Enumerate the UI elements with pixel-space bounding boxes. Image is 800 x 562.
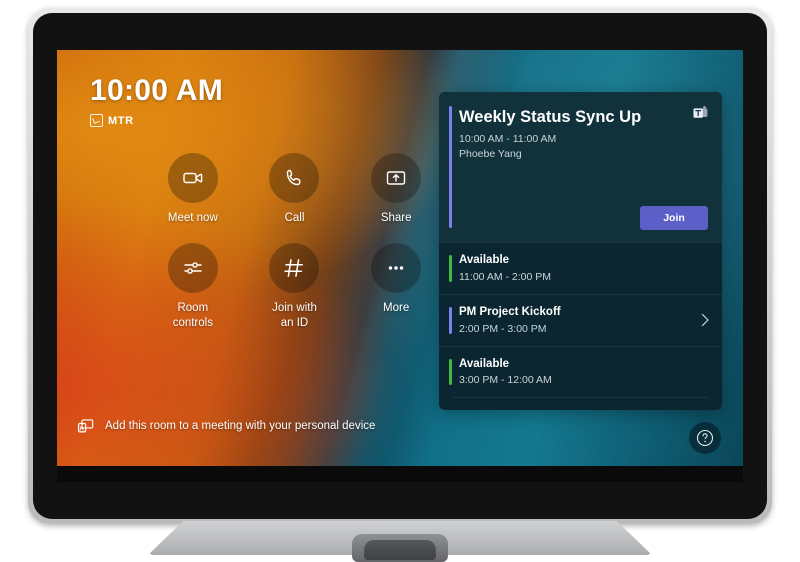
- action-meet-now-circle[interactable]: [167, 153, 218, 203]
- mtr-badge-icon: [90, 114, 103, 127]
- chevron-right-icon: [701, 314, 709, 327]
- action-meet-now[interactable]: Meet now: [142, 153, 244, 225]
- agenda-item-available-morning[interactable]: Available 11:00 AM - 2:00 PM: [439, 242, 722, 294]
- clock-time: 10:00 AM: [90, 74, 224, 107]
- meeting-accent-bar: [449, 106, 452, 228]
- action-call[interactable]: Call: [244, 153, 346, 225]
- device-label: MTR: [108, 114, 134, 127]
- screen-bottom-band: [57, 466, 743, 482]
- share-screen-icon: [386, 171, 406, 185]
- help-button[interactable]: [689, 422, 721, 454]
- agenda-item-title: Available: [459, 357, 510, 370]
- action-share-circle[interactable]: [371, 153, 422, 203]
- agenda-accent-bar: [449, 255, 452, 282]
- agenda-panel-tail: [439, 398, 722, 410]
- agenda-item-time: 3:00 PM - 12:00 AM: [459, 374, 552, 387]
- help-circle-icon: [696, 429, 714, 447]
- add-room-to-meeting-label: Add this room to a meeting with your per…: [105, 420, 376, 432]
- join-button[interactable]: Join: [640, 206, 708, 230]
- add-room-to-meeting-row[interactable]: Add this room to a meeting with your per…: [77, 418, 375, 434]
- agenda-accent-bar: [449, 358, 452, 386]
- action-call-circle[interactable]: [269, 153, 320, 203]
- agenda-item-title: PM Project Kickoff: [459, 305, 561, 318]
- action-meet-now-label: Meet now: [167, 212, 218, 224]
- action-room-controls-label: Room controls: [172, 302, 213, 329]
- hash-icon: [284, 259, 304, 278]
- screenshot-stage: 10:00 AM MTR Meet now Call Share Room co…: [0, 0, 800, 562]
- action-room-controls-circle[interactable]: [167, 243, 218, 294]
- action-share-label: Share: [380, 212, 412, 224]
- action-share[interactable]: Share: [345, 153, 447, 225]
- agenda-item-time: 2:00 PM - 3:00 PM: [459, 322, 547, 335]
- action-more[interactable]: More: [345, 243, 447, 330]
- touch-console-screen: 10:00 AM MTR Meet now Call Share Room co…: [57, 50, 743, 482]
- device-label-row: MTR: [90, 114, 223, 127]
- ellipsis-icon: [388, 266, 404, 271]
- agenda-item-title: Available: [459, 254, 510, 266]
- meeting-organizer: Phoebe Yang: [459, 147, 522, 160]
- agenda-item-pm-project-kickoff[interactable]: PM Project Kickoff 2:00 PM - 3:00 PM: [439, 293, 722, 346]
- action-join-with-id-label: Join with an ID: [272, 302, 317, 329]
- action-call-label: Call: [284, 212, 305, 224]
- action-more-label: More: [383, 302, 410, 315]
- agenda-panel: Weekly Status Sync Up 10:00 AM - 11:00 A…: [439, 92, 722, 411]
- cast-icon: [77, 419, 94, 433]
- sliders-icon: [184, 262, 202, 275]
- device-stand-hinge-inner: [364, 540, 436, 560]
- meeting-time: 10:00 AM - 11:00 AM: [459, 132, 557, 145]
- current-meeting-card[interactable]: Weekly Status Sync Up 10:00 AM - 11:00 A…: [439, 92, 722, 242]
- agenda-item-time: 11:00 AM - 2:00 PM: [459, 270, 552, 283]
- microsoft-teams-icon: [693, 106, 708, 118]
- agenda-accent-bar: [449, 306, 452, 334]
- action-more-circle[interactable]: [371, 243, 422, 294]
- clock-block: 10:00 AM MTR: [90, 76, 223, 127]
- phone-icon: [287, 169, 301, 186]
- agenda-item-available-afternoon[interactable]: Available 3:00 PM - 12:00 AM: [439, 345, 722, 398]
- video-camera-icon: [183, 172, 203, 184]
- action-join-with-id[interactable]: Join with an ID: [244, 243, 346, 330]
- action-room-controls[interactable]: Room controls: [142, 243, 244, 330]
- action-grid: Meet now Call Share Room controls Join w…: [142, 153, 447, 330]
- action-join-with-id-circle[interactable]: [269, 243, 320, 294]
- meeting-title: Weekly Status Sync Up: [459, 108, 642, 126]
